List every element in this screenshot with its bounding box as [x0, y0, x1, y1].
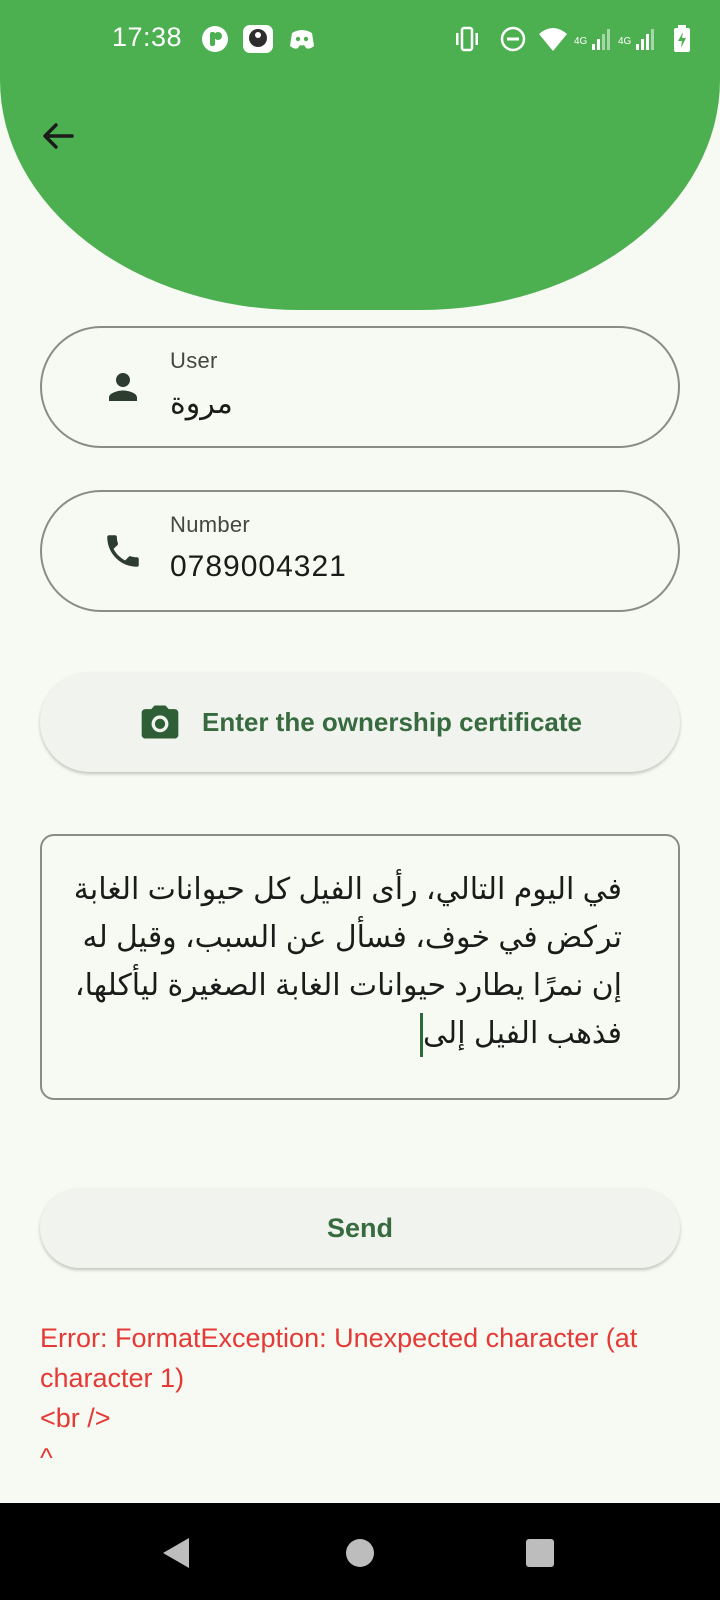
signal-4g-1-icon: 4G	[574, 29, 610, 50]
send-button[interactable]: Send	[40, 1188, 680, 1268]
vibrate-icon	[456, 26, 478, 52]
navigation-bar	[0, 1503, 720, 1600]
number-field[interactable]: Number 0789004321	[40, 490, 680, 612]
wifi-icon	[539, 28, 567, 51]
status-bar: 17:38 4G 4G	[0, 0, 720, 80]
story-text-input[interactable]: في اليوم التالي، رأى الفيل كل حيوانات ال…	[40, 834, 680, 1100]
discord-icon	[290, 30, 314, 49]
ownership-certificate-label: Enter the ownership certificate	[202, 706, 582, 737]
app-avatar-icon	[243, 25, 273, 53]
send-button-label: Send	[326, 1212, 393, 1243]
camera-icon	[141, 705, 179, 739]
battery-charging-icon	[674, 25, 690, 52]
person-icon	[109, 373, 137, 401]
svg-text:4G: 4G	[574, 36, 588, 47]
ownership-certificate-button[interactable]: Enter the ownership certificate	[40, 672, 680, 772]
user-field-label: User	[170, 348, 218, 373]
back-button[interactable]	[30, 108, 86, 164]
arrow-back-icon	[43, 123, 74, 149]
dnd-icon	[500, 26, 526, 52]
phone-icon	[107, 535, 139, 567]
status-time: 17:38	[112, 22, 183, 52]
user-field-value: مروة	[170, 387, 233, 420]
nav-back-icon[interactable]	[157, 1533, 197, 1573]
error-message: Error: FormatException: Unexpected chara…	[40, 1323, 638, 1473]
signal-4g-2-icon: 4G	[618, 29, 654, 50]
story-text-value: في اليوم التالي، رأى الفيل كل حيوانات ال…	[73, 873, 622, 1050]
app-screen: 17:38 4G 4G User مروة Number 0789004321 …	[0, 0, 720, 1600]
user-field[interactable]: User مروة	[40, 326, 680, 448]
number-field-value: 0789004321	[170, 550, 347, 583]
svg-text:4G: 4G	[618, 36, 632, 47]
number-field-label: Number	[170, 512, 251, 537]
nav-recents-icon[interactable]	[520, 1533, 560, 1573]
app-p-icon	[202, 26, 228, 52]
nav-home-icon[interactable]	[340, 1533, 380, 1573]
